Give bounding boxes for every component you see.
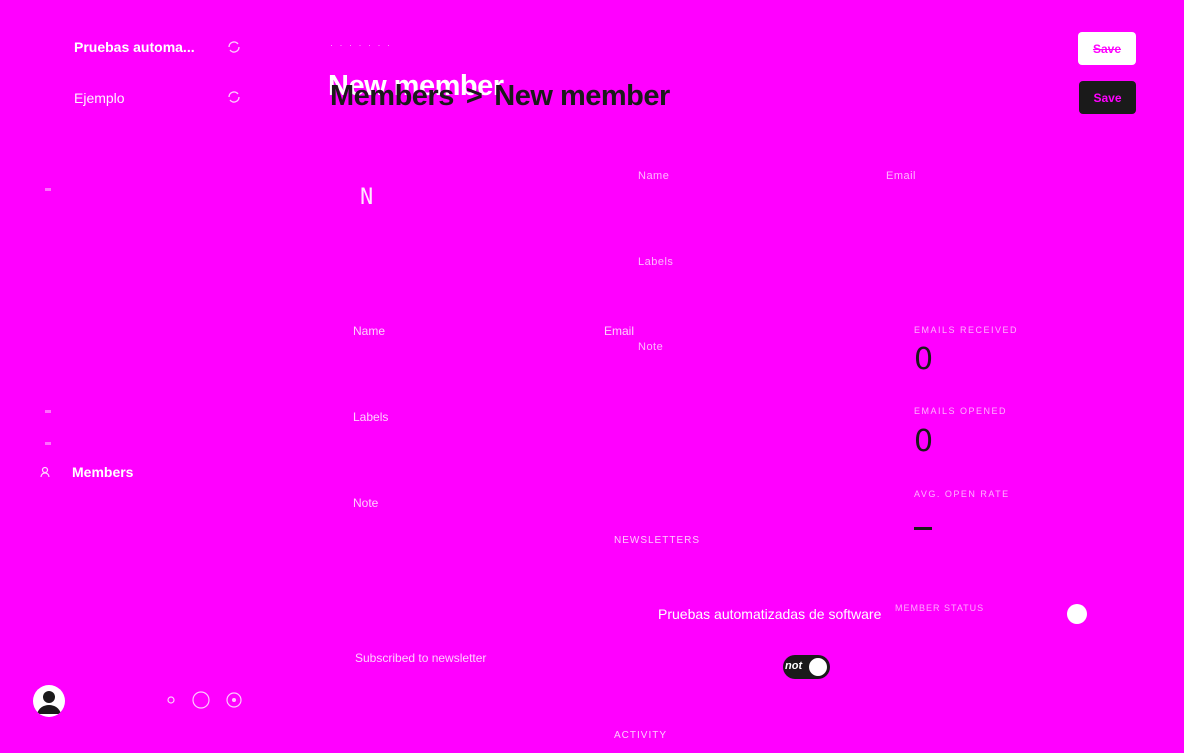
name-label: Name (353, 324, 386, 338)
sidebar-nav-marker (45, 410, 51, 413)
save-button-ghost[interactable]: Save (1078, 32, 1136, 65)
labels-field[interactable] (353, 429, 857, 453)
night-mode-icon[interactable] (191, 690, 211, 710)
avg-open-rate-value (914, 527, 932, 530)
avatar-placeholder: N (360, 185, 374, 210)
dot-icon[interactable] (165, 694, 177, 706)
email-label: Email (604, 324, 635, 338)
labels-label-ghost: Labels (638, 256, 674, 268)
breadcrumb-parent[interactable]: Members (330, 80, 454, 112)
sync-icon[interactable] (226, 89, 242, 105)
emails-opened-value: 0 (914, 424, 934, 459)
sidebar-site-1[interactable]: Pruebas automa... (74, 39, 195, 55)
footer-controls (165, 690, 243, 710)
members-icon (40, 466, 50, 478)
email-field[interactable] (604, 343, 858, 367)
subscribe-label: Subscribed to newsletter (355, 651, 487, 665)
emails-opened-label: EMAILS OPENED (914, 406, 1008, 416)
emails-received-value: 0 (914, 342, 934, 377)
toggle-text: not (785, 660, 803, 672)
sidebar-nav-marker (45, 188, 51, 191)
page: Pruebas automa... Ejemplo Members · · · … (0, 0, 1184, 753)
sidebar-nav-marker (45, 442, 51, 445)
note-field[interactable] (353, 515, 587, 539)
subscribe-toggle[interactable]: not (783, 655, 830, 679)
activity-section-title: ACTIVITY (614, 730, 668, 741)
email-label-ghost: Email (886, 170, 917, 182)
emails-received-label: EMAILS RECEIVED (914, 325, 1019, 335)
avatar[interactable] (33, 685, 65, 717)
user-icon (37, 691, 61, 714)
labels-label: Labels (353, 410, 389, 424)
save-button[interactable]: Save (1079, 81, 1136, 114)
newsletters-section-title: NEWSLETTERS (614, 535, 701, 546)
note-label: Note (353, 496, 379, 510)
breadcrumb-separator: > (465, 80, 483, 112)
avg-open-rate-label: AVG. OPEN RATE (914, 489, 1010, 499)
page-title-text: New member (494, 80, 670, 112)
newsletter-status: MEMBER STATUS (895, 603, 985, 613)
help-icon[interactable] (225, 691, 243, 709)
name-field[interactable] (353, 343, 587, 367)
sidebar-site-2[interactable]: Ejemplo (74, 90, 125, 106)
newsletter-radio[interactable] (1067, 604, 1087, 624)
breadcrumb-small: · · · · · · · (330, 40, 392, 50)
sidebar-item-label: Members (72, 464, 134, 480)
newsletter-name: Pruebas automatizadas de software (658, 606, 882, 622)
toggle-knob (808, 657, 828, 677)
sidebar-item-members[interactable]: Members (40, 464, 133, 480)
name-label-ghost: Name (638, 170, 670, 182)
sync-icon[interactable] (226, 39, 242, 55)
page-title: Members > New member (330, 80, 670, 113)
